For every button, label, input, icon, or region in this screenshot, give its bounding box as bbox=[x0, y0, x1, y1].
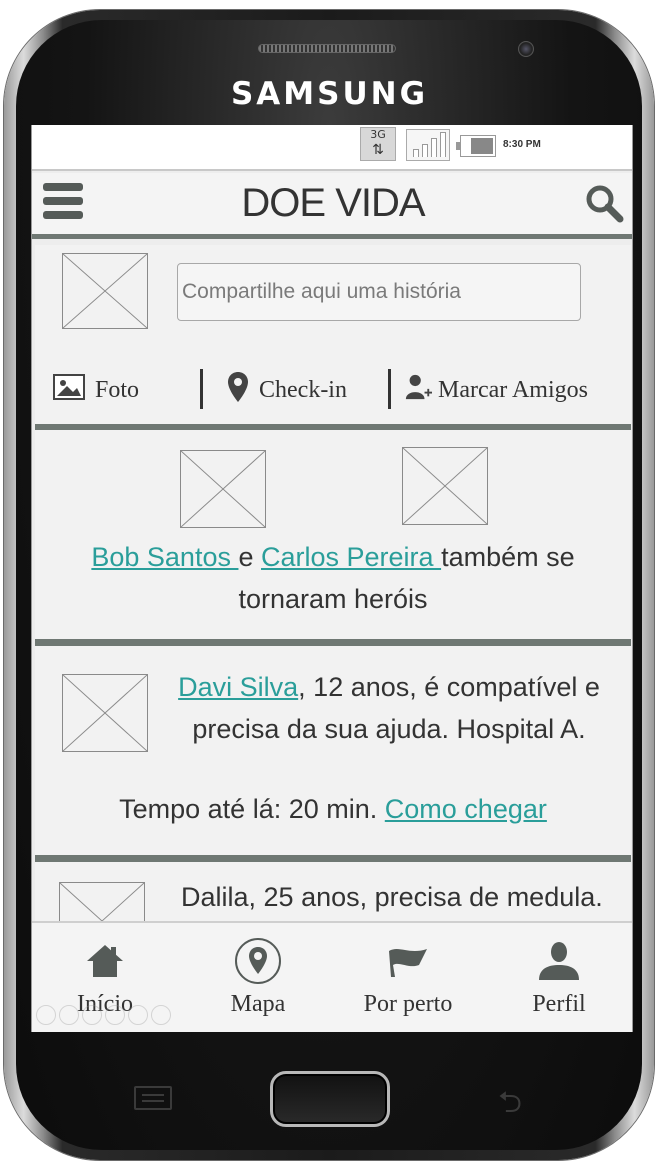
post-text: Dalila, 25 anos, precisa de medula. bbox=[181, 882, 603, 912]
page-title: DOE VIDA bbox=[241, 181, 425, 225]
hero2-link[interactable]: Carlos Pereira bbox=[261, 542, 441, 572]
status-bar: 3G ⇅ 8:30 PM bbox=[32, 125, 632, 171]
patient-name-link[interactable]: Davi Silva bbox=[178, 672, 298, 702]
tag-friends-label: Marcar Amigos bbox=[438, 376, 588, 403]
hero2-photo-placeholder bbox=[402, 447, 488, 525]
signal-strength-icon bbox=[406, 129, 450, 161]
network-3g-icon: 3G ⇅ bbox=[360, 127, 396, 161]
checkin-button[interactable]: Check-in bbox=[227, 365, 347, 415]
heroes-message: Bob Santos e Carlos Pereira também se to… bbox=[35, 536, 631, 620]
nav-map[interactable]: Mapa bbox=[183, 937, 333, 1018]
donor-match-card: Davi Silva, 12 anos, é compatível e prec… bbox=[35, 646, 631, 862]
nav-profile[interactable]: Perfil bbox=[484, 937, 632, 1018]
photo-button[interactable]: Foto bbox=[53, 365, 139, 415]
hardware-menu-key[interactable] bbox=[134, 1086, 172, 1110]
action-divider bbox=[200, 369, 203, 409]
heroes-card: Bob Santos e Carlos Pereira também se to… bbox=[35, 430, 631, 646]
flag-icon bbox=[333, 937, 483, 985]
home-icon bbox=[32, 937, 180, 985]
action-divider bbox=[388, 369, 391, 409]
tag-friends-button[interactable]: Marcar Amigos bbox=[404, 365, 588, 415]
hero1-link[interactable]: Bob Santos bbox=[91, 542, 238, 572]
photo-icon bbox=[53, 373, 85, 407]
share-actions-bar: Foto Check-in Marcar Amigos bbox=[35, 365, 631, 415]
hero1-photo-placeholder bbox=[180, 450, 266, 528]
match-message: Davi Silva, 12 anos, é compatível e prec… bbox=[155, 666, 623, 750]
heroes-connector: e bbox=[238, 542, 261, 572]
travel-time-row: Tempo até lá: 20 min. Como chegar bbox=[35, 794, 631, 825]
hardware-home-button[interactable] bbox=[270, 1071, 390, 1127]
share-story-card: Compartilhe aqui uma história Foto Check… bbox=[35, 245, 631, 430]
bottom-navigation: Início Mapa Por perto Perfil bbox=[32, 921, 632, 1032]
photo-label: Foto bbox=[95, 376, 140, 403]
brand-logo: SAMSUNG bbox=[230, 76, 429, 112]
media-controls-overlay bbox=[36, 1005, 171, 1025]
nav-nearby-label: Por perto bbox=[363, 991, 453, 1017]
hardware-back-key-icon[interactable]: ⮌ bbox=[488, 1080, 532, 1120]
location-pin-icon bbox=[227, 371, 249, 410]
patient-photo-placeholder bbox=[62, 674, 148, 752]
app-header: DOE VIDA bbox=[32, 173, 632, 239]
map-pin-icon bbox=[183, 937, 333, 985]
travel-time-value: 20 min. bbox=[288, 794, 378, 824]
user-avatar-placeholder bbox=[62, 253, 148, 329]
nav-map-label: Mapa bbox=[230, 991, 286, 1017]
earpiece-speaker bbox=[258, 44, 396, 53]
battery-icon bbox=[456, 135, 496, 157]
app-screen: 3G ⇅ 8:30 PM DOE VIDA Compartilhe aqui u… bbox=[31, 125, 633, 1032]
front-camera bbox=[518, 41, 534, 57]
nav-nearby[interactable]: Por perto bbox=[333, 937, 483, 1018]
search-icon[interactable] bbox=[584, 183, 624, 223]
directions-link[interactable]: Como chegar bbox=[385, 794, 547, 824]
share-story-input[interactable]: Compartilhe aqui uma história bbox=[177, 263, 581, 321]
nav-profile-label: Perfil bbox=[532, 991, 586, 1017]
network-label: 3G bbox=[370, 128, 386, 141]
status-time: 8:30 PM bbox=[503, 139, 541, 150]
travel-time-label: Tempo até lá: bbox=[119, 794, 289, 824]
profile-icon bbox=[484, 937, 632, 985]
checkin-label: Check-in bbox=[259, 376, 347, 403]
add-person-icon bbox=[404, 373, 432, 408]
